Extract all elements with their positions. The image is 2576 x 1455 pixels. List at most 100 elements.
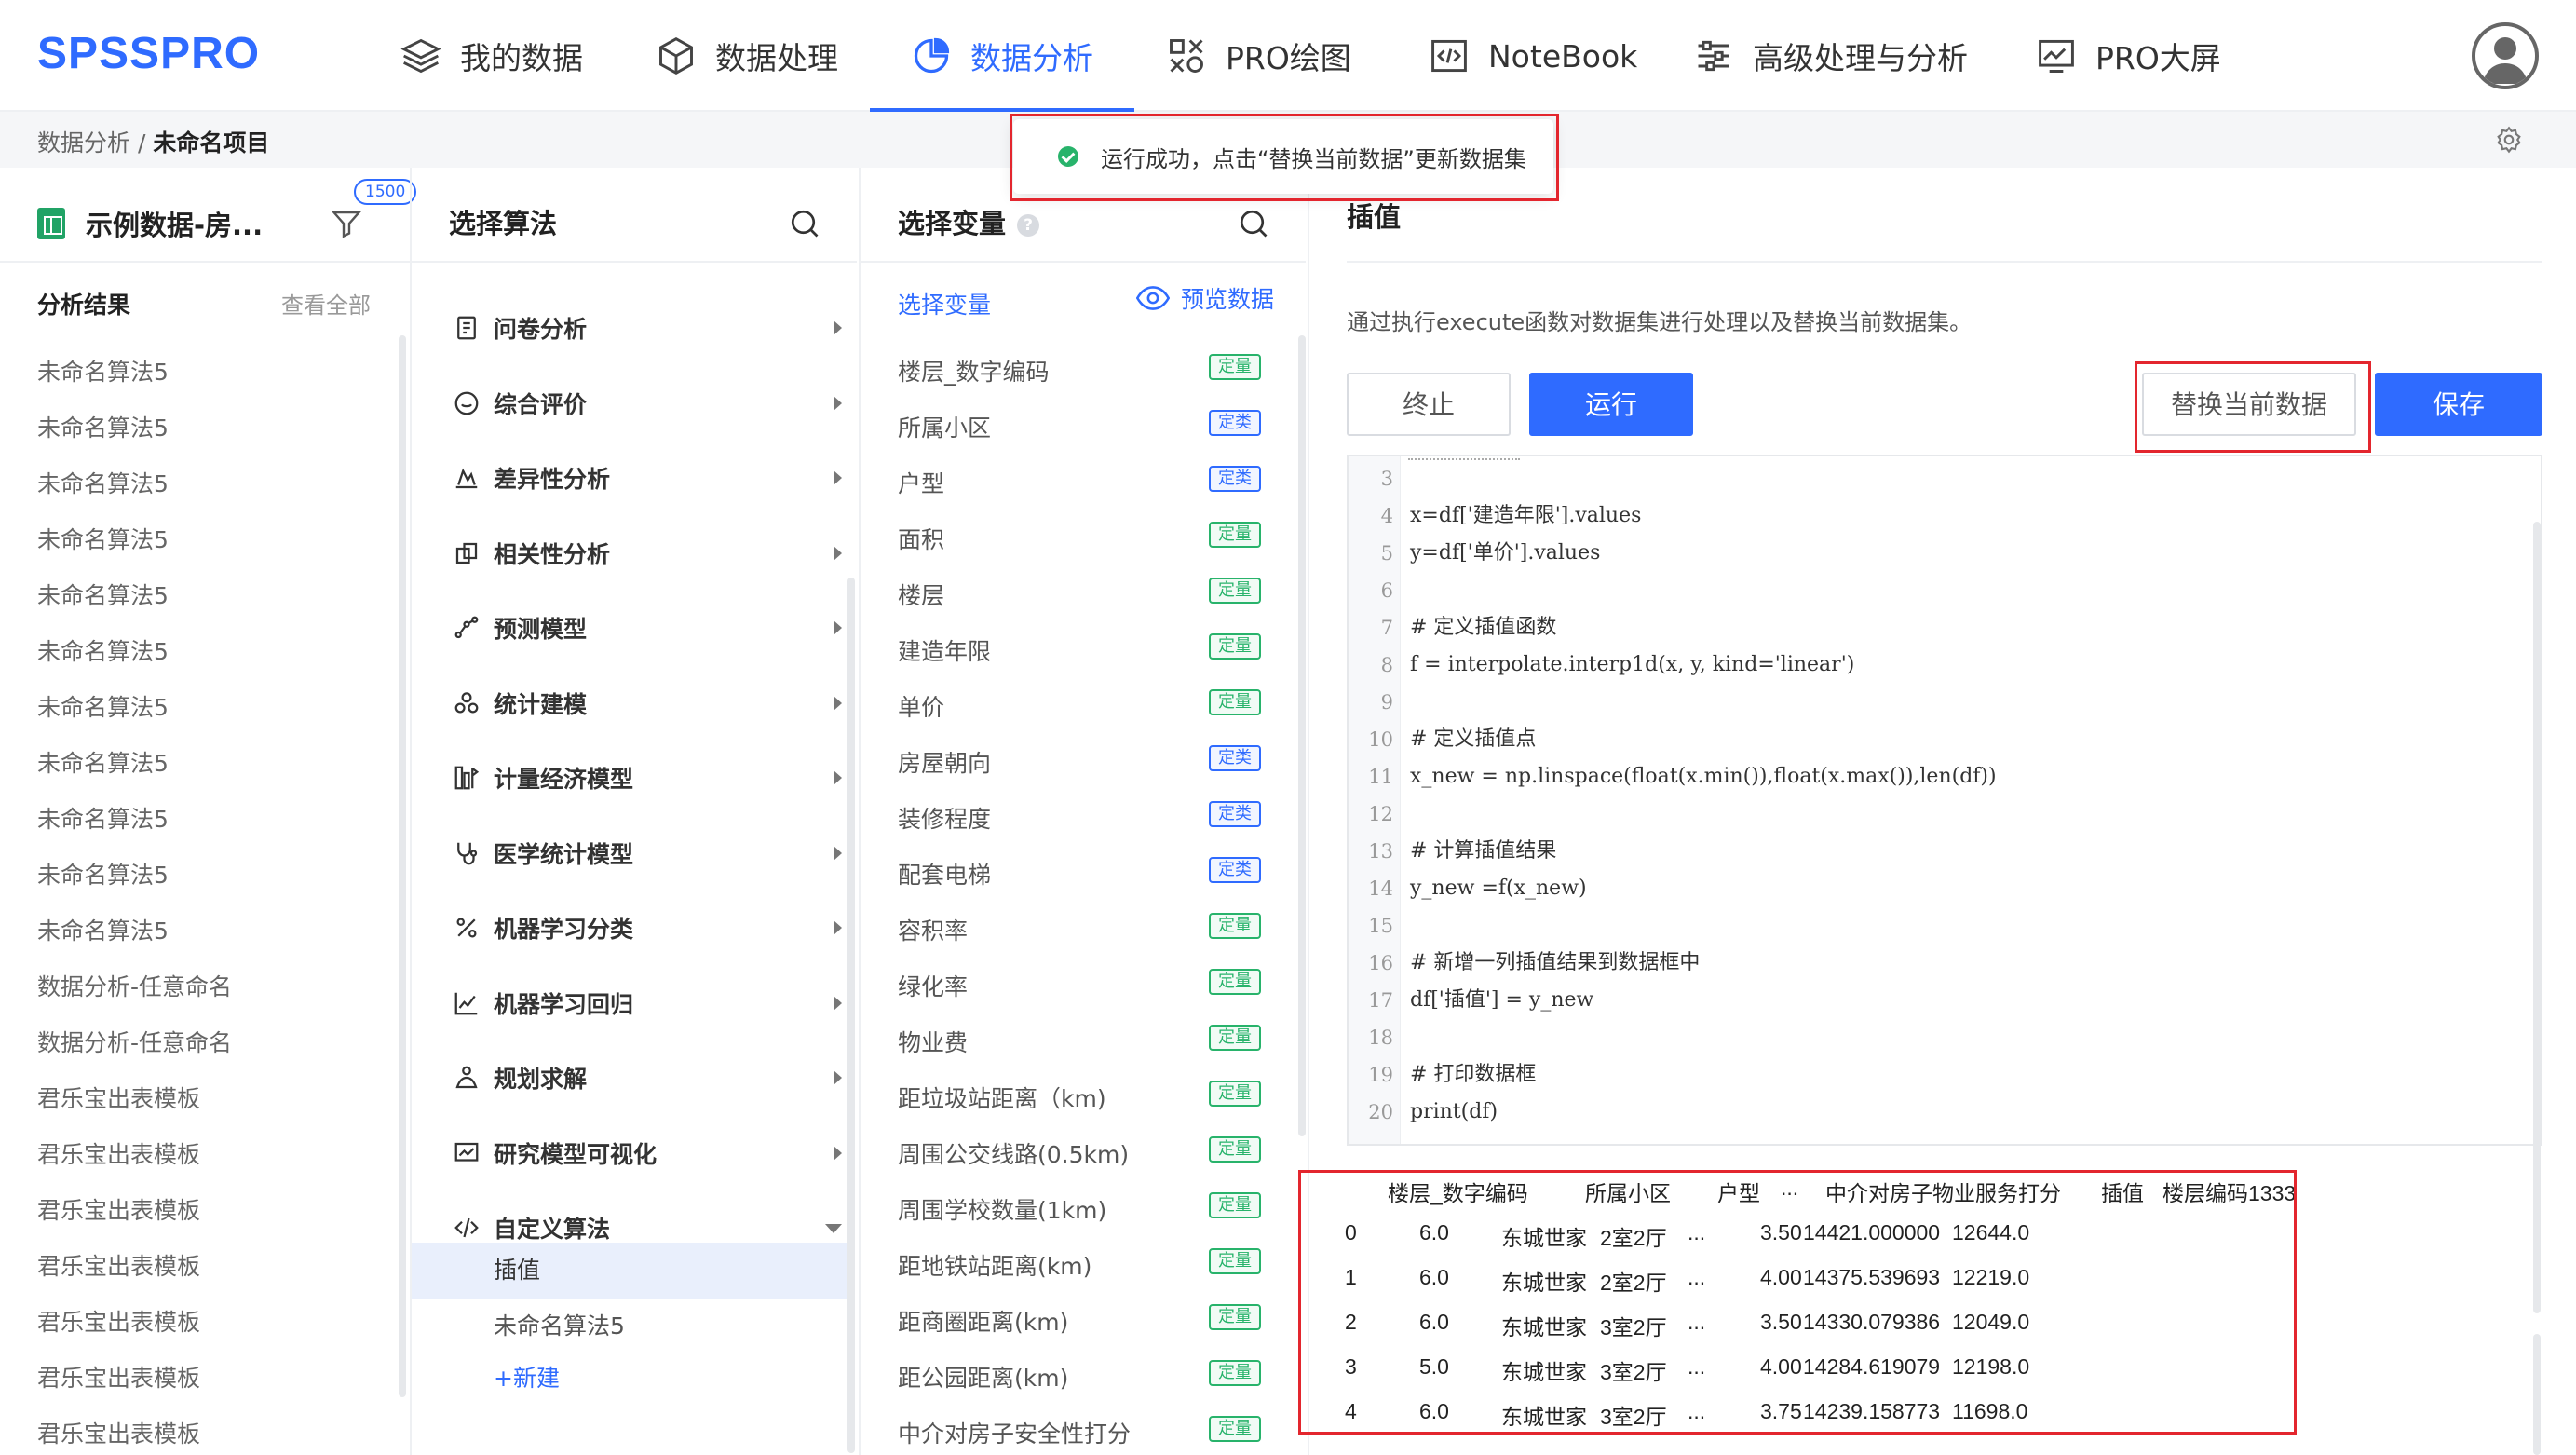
variable-scrollbar[interactable] [1298,335,1306,1136]
app-logo[interactable]: SPSSPRO [37,28,260,79]
variable-item[interactable]: 中介对房子安全性打分 定量 [898,1416,1261,1449]
algorithm-category-label: 问卷分析 [494,316,588,343]
nav-data-processing[interactable]: 数据处理 [656,0,838,112]
analysis-result-item[interactable]: 数据分析-任意命名 [37,1025,232,1058]
variable-item[interactable]: 单价 定量 [898,689,1261,723]
analysis-result-item[interactable]: 未命名算法5 [37,522,169,555]
code-editor[interactable]: 3 4 x=df['建造年限'].values 5 y=df['单价'].values 6… [1347,455,2542,1146]
new-algorithm-link[interactable]: +新建 [494,1360,560,1394]
algorithm-category-10[interactable]: 规划求解 [453,1059,853,1096]
caret-right-icon [834,470,842,485]
variable-item[interactable]: 楼层 定量 [898,578,1261,611]
variable-item[interactable]: 楼层_数字编码 定量 [898,354,1261,388]
user-avatar[interactable] [2472,22,2539,89]
output-scrollbar[interactable] [2533,1334,2541,1455]
save-button[interactable]: 保存 [2375,373,2542,436]
analysis-result-item[interactable]: 君乐宝出表模板 [37,1248,200,1282]
stop-button[interactable]: 终止 [1347,373,1511,436]
variable-item[interactable]: 房屋朝向 定类 [898,745,1261,779]
algorithm-category-2[interactable]: 差异性分析 [453,459,853,496]
variable-type-tag: 定类 [1209,466,1261,492]
caret-right-icon [834,995,842,1011]
variable-item[interactable]: 周围公交线路(0.5km) 定量 [898,1136,1261,1170]
analysis-result-item[interactable]: 君乐宝出表模板 [37,1192,200,1226]
analysis-result-item[interactable]: 未命名算法5 [37,410,169,443]
custom-algorithm-interpolation[interactable]: 插值 [412,1243,849,1299]
custom-algorithm-unnamed[interactable]: 未命名算法5 [412,1299,849,1354]
nav-pro-drawing[interactable]: PRO绘图 [1166,0,1351,112]
search-icon[interactable] [1237,207,1270,240]
variable-item[interactable]: 距商圈距离(km) 定量 [898,1304,1261,1338]
nav-my-data[interactable]: 我的数据 [400,0,583,112]
analysis-result-item[interactable]: 君乐宝出表模板 [37,1081,200,1114]
algorithm-category-label: 机器学习回归 [494,990,634,1018]
variable-name: 距地铁站距离(km) [898,1253,1092,1280]
variable-item[interactable]: 绿化率 定量 [898,969,1261,1002]
analysis-result-item[interactable]: 君乐宝出表模板 [37,1136,200,1170]
analysis-result-item[interactable]: 未命名算法5 [37,745,169,779]
algorithm-category-9[interactable]: 机器学习回归 [453,985,853,1022]
analysis-result-item[interactable]: 未命名算法5 [37,578,169,611]
algorithm-scrollbar[interactable] [847,578,855,1453]
output-column-header: 楼层_数字编码 [1388,1181,1528,1205]
analysis-result-item[interactable]: 君乐宝出表模板 [37,1360,200,1394]
filter-icon[interactable] [330,207,363,240]
gear-icon[interactable] [2494,125,2524,155]
variable-item[interactable]: 容积率 定量 [898,913,1261,946]
analysis-result-item[interactable]: 君乐宝出表模板 [37,1416,200,1449]
algorithm-category-4[interactable]: 预测模型 [453,609,853,646]
variable-item[interactable]: 装修程度 定类 [898,801,1261,835]
line-number: 12 [1368,803,1393,825]
algorithm-category-0[interactable]: 问卷分析 [453,309,853,347]
search-icon[interactable] [788,207,821,240]
nav-pro-dashboard[interactable]: PRO大屏 [2036,0,2221,112]
algorithm-category-1[interactable]: 综合评价 [453,385,853,422]
variable-item[interactable]: 所属小区 定类 [898,410,1261,443]
variable-item[interactable]: 物业费 定量 [898,1025,1261,1058]
caret-right-icon [834,1070,842,1085]
analysis-result-item[interactable]: 未命名算法5 [37,466,169,499]
caret-right-icon [834,1145,842,1161]
view-all-link[interactable]: 查看全部 [281,287,371,320]
results-scrollbar[interactable] [399,335,406,1397]
analysis-result-item[interactable]: 数据分析-任意命名 [37,969,232,1002]
variable-item[interactable]: 建造年限 定量 [898,633,1261,667]
analysis-result-item[interactable]: 未命名算法5 [37,633,169,667]
algorithm-category-6[interactable]: 计量经济模型 [453,759,853,796]
dataset-selector[interactable]: 示例数据-房... [37,196,263,252]
analysis-result-item[interactable]: 未命名算法5 [37,857,169,891]
analysis-result-item[interactable]: 未命名算法5 [37,801,169,835]
variable-item[interactable]: 面积 定量 [898,522,1261,555]
nav-data-analysis[interactable]: 数据分析 [870,0,1134,112]
variable-item[interactable]: 距公园距离(km) 定量 [898,1360,1261,1394]
variable-item[interactable]: 周围学校数量(1km) 定量 [898,1192,1261,1226]
algorithm-category-12[interactable]: 自定义算法 [453,1209,853,1246]
divider [861,261,1306,263]
variable-item[interactable]: 配套电梯 定类 [898,857,1261,891]
analysis-result-item[interactable]: 未命名算法5 [37,689,169,723]
code-line: 11 x_new = np.linspace(float(x.min()),flo… [1349,758,2503,795]
analysis-result-item[interactable]: 君乐宝出表模板 [37,1304,200,1338]
econometrics-icon [454,766,480,790]
variable-item[interactable]: 户型 定类 [898,466,1261,499]
preview-data-button[interactable]: 预览数据 [1136,281,1274,315]
algorithm-category-5[interactable]: 统计建模 [453,685,853,722]
output-cell: 3室2厅 [1600,1315,1667,1339]
analysis-result-item[interactable]: 未命名算法5 [37,913,169,946]
breadcrumb-root[interactable]: 数据分析 [37,129,130,156]
algorithm-category-8[interactable]: 机器学习分类 [453,909,853,946]
caret-right-icon [834,845,842,861]
run-button[interactable]: 运行 [1529,373,1693,436]
algorithm-category-11[interactable]: 研究模型可视化 [453,1135,853,1172]
replace-current-data-button[interactable]: 替换当前数据 [2142,373,2356,436]
variable-item[interactable]: 距垃圾站距离（km) 定量 [898,1081,1261,1114]
nav-notebook[interactable]: NoteBook [1429,0,1637,112]
variable-item[interactable]: 距地铁站距离(km) 定量 [898,1248,1261,1282]
editor-scrollbar[interactable] [2533,522,2541,1313]
algorithm-category-3[interactable]: 相关性分析 [453,535,853,572]
line-number: 19 [1368,1064,1393,1086]
analysis-result-item[interactable]: 未命名算法5 [37,354,169,388]
help-icon[interactable]: ? [1017,214,1040,237]
algorithm-category-7[interactable]: 医学统计模型 [453,835,853,872]
nav-advanced-analysis[interactable]: 高级处理与分析 [1693,0,1968,112]
